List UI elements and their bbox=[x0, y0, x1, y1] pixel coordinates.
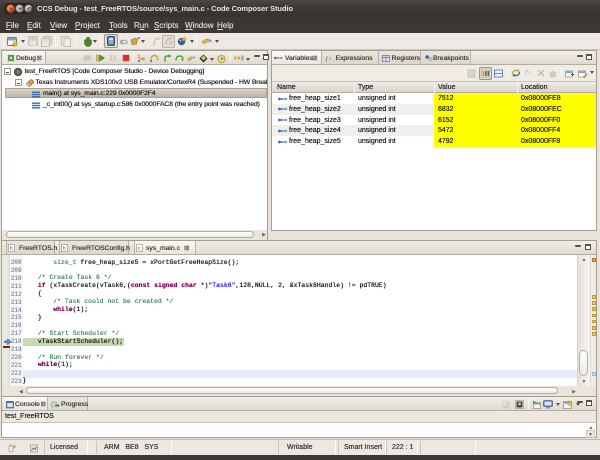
svg-text:x: x bbox=[529, 70, 532, 76]
svg-text:h: h bbox=[10, 245, 13, 252]
svg-text:x: x bbox=[329, 56, 332, 62]
svg-text:c: c bbox=[138, 245, 141, 252]
svg-text:h: h bbox=[63, 245, 66, 252]
